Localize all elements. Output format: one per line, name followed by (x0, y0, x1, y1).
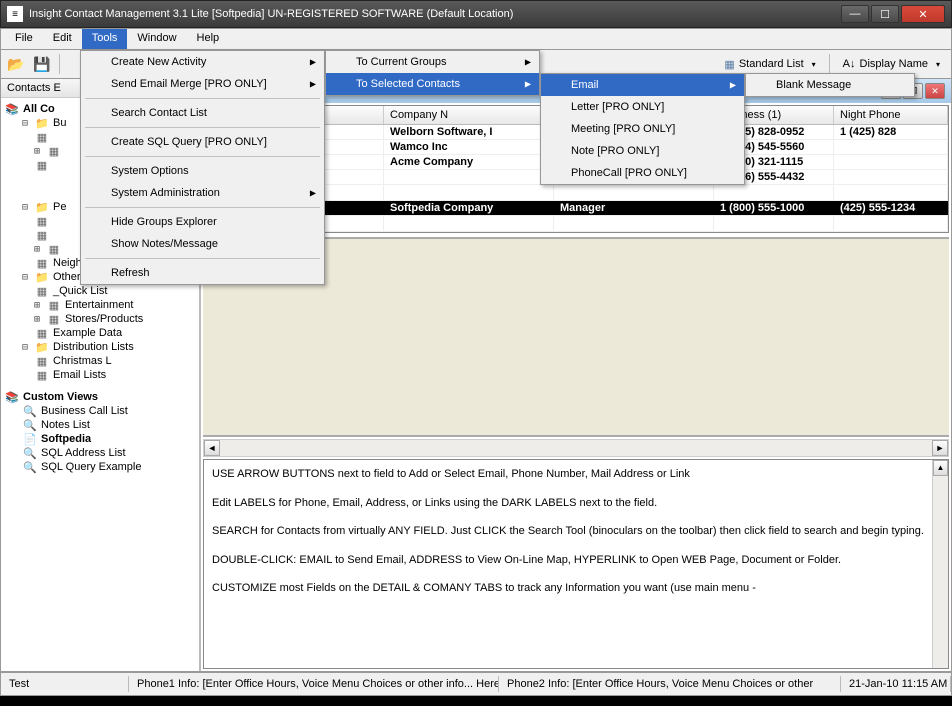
standard-list-label: Standard List (739, 58, 804, 70)
menu-help[interactable]: Help (187, 29, 230, 49)
menu-letter[interactable]: Letter [PRO ONLY] (541, 96, 744, 118)
notes-line: USE ARROW BUTTONS next to field to Add o… (212, 466, 940, 483)
scroll-left-icon[interactable]: ◄ (204, 440, 220, 456)
maximize-button[interactable]: ☐ (871, 5, 899, 23)
menu-create-activity[interactable]: Create New Activity▶ (81, 51, 324, 73)
status-phone1: Phone1 Info: [Enter Office Hours, Voice … (129, 676, 499, 692)
to-selected-submenu: Email▶ Letter [PRO ONLY] Meeting [PRO ON… (540, 73, 745, 185)
tree-example[interactable]: ▦Example Data (5, 326, 195, 340)
menu-note[interactable]: Note [PRO ONLY] (541, 140, 744, 162)
open-icon[interactable]: 📂 (5, 53, 27, 75)
tree-quick[interactable]: ▦_Quick List (5, 284, 195, 298)
minimize-button[interactable]: — (841, 5, 869, 23)
create-activity-submenu: To Current Groups▶ To Selected Contacts▶ (325, 50, 540, 96)
status-date: 21-Jan-10 11:15 AM (841, 676, 951, 692)
menu-system-admin[interactable]: System Administration▶ (81, 182, 324, 204)
menu-tools[interactable]: Tools (82, 29, 128, 49)
menu-edit[interactable]: Edit (43, 29, 82, 49)
statusbar: Test Phone1 Info: [Enter Office Hours, V… (0, 672, 952, 696)
menu-system-options[interactable]: System Options (81, 160, 324, 182)
app-icon: ≡ (7, 6, 23, 22)
scroll-up-icon[interactable]: ▲ (933, 460, 948, 476)
menu-meeting[interactable]: Meeting [PRO ONLY] (541, 118, 744, 140)
tree-bcl[interactable]: 🔍Business Call List (5, 404, 195, 418)
window-title: Insight Contact Management 3.1 Lite [Sof… (29, 8, 841, 20)
tree-xmas[interactable]: ▦Christmas L (5, 354, 195, 368)
menu-sql-query[interactable]: Create SQL Query [PRO ONLY] (81, 131, 324, 153)
email-submenu: Blank Message (745, 73, 915, 97)
menu-blank-message[interactable]: Blank Message (746, 74, 914, 96)
window-titlebar: ≡ Insight Contact Management 3.1 Lite [S… (0, 0, 952, 28)
tree-dist[interactable]: ⊟📁Distribution Lists (5, 340, 195, 354)
scroll-right-icon[interactable]: ► (932, 440, 948, 456)
tree-stores[interactable]: ⊞▦Stores/Products (5, 312, 195, 326)
menu-phonecall[interactable]: PhoneCall [PRO ONLY] (541, 162, 744, 184)
tree-sqlquery[interactable]: 🔍SQL Query Example (5, 460, 195, 474)
status-left: Test (1, 676, 129, 692)
menu-show-notes[interactable]: Show Notes/Message (81, 233, 324, 255)
col-company[interactable]: Company N (384, 106, 554, 124)
h-scrollbar[interactable]: ◄ ► (203, 439, 949, 457)
tools-dropdown: Create New Activity▶ Send Email Merge [P… (80, 50, 325, 285)
close-button[interactable]: ✕ (901, 5, 945, 23)
menu-to-selected-contacts[interactable]: To Selected Contacts▶ (326, 73, 539, 95)
col-night[interactable]: Night Phone (834, 106, 948, 124)
menu-hide-groups[interactable]: Hide Groups Explorer (81, 211, 324, 233)
notes-panel[interactable]: ▲ USE ARROW BUTTONS next to field to Add… (203, 459, 949, 669)
display-name-dropdown[interactable]: A↓ Display Name (836, 55, 947, 73)
doc-close-button[interactable]: ✕ (925, 83, 945, 99)
menu-file[interactable]: File (5, 29, 43, 49)
menubar: File Edit Tools Window Help (0, 28, 952, 50)
tree-noteslist[interactable]: 🔍Notes List (5, 418, 195, 432)
tree-softpedia[interactable]: 📄Softpedia (5, 432, 195, 446)
menu-email[interactable]: Email▶ (541, 74, 744, 96)
status-phone2: Phone2 Info: [Enter Office Hours, Voice … (499, 676, 841, 692)
menu-window[interactable]: Window (127, 29, 186, 49)
save-icon[interactable]: 💾 (31, 53, 53, 75)
notes-line: SEARCH for Contacts from virtually ANY F… (212, 523, 940, 540)
menu-refresh[interactable]: Refresh (81, 262, 324, 284)
menu-to-current-groups[interactable]: To Current Groups▶ (326, 51, 539, 73)
notes-line: CUSTOMIZE most Fields on the DETAIL & CO… (212, 580, 940, 597)
standard-list-dropdown[interactable]: ▦ Standard List (717, 55, 822, 74)
notes-line: Edit LABELS for Phone, Email, Address, o… (212, 495, 940, 512)
display-name-label: Display Name (860, 58, 928, 70)
tree-emaillists[interactable]: ▦Email Lists (5, 368, 195, 382)
tree-sqladdr[interactable]: 🔍SQL Address List (5, 446, 195, 460)
tree-custom[interactable]: 📚Custom Views (5, 390, 195, 404)
menu-search-contacts[interactable]: Search Contact List (81, 102, 324, 124)
v-scrollbar[interactable]: ▲ (932, 460, 948, 668)
tree-entertainment[interactable]: ⊞▦Entertainment (5, 298, 195, 312)
notes-line: DOUBLE-CLICK: EMAIL to Send Email, ADDRE… (212, 552, 940, 569)
menu-send-email-merge[interactable]: Send Email Merge [PRO ONLY]▶ (81, 73, 324, 95)
